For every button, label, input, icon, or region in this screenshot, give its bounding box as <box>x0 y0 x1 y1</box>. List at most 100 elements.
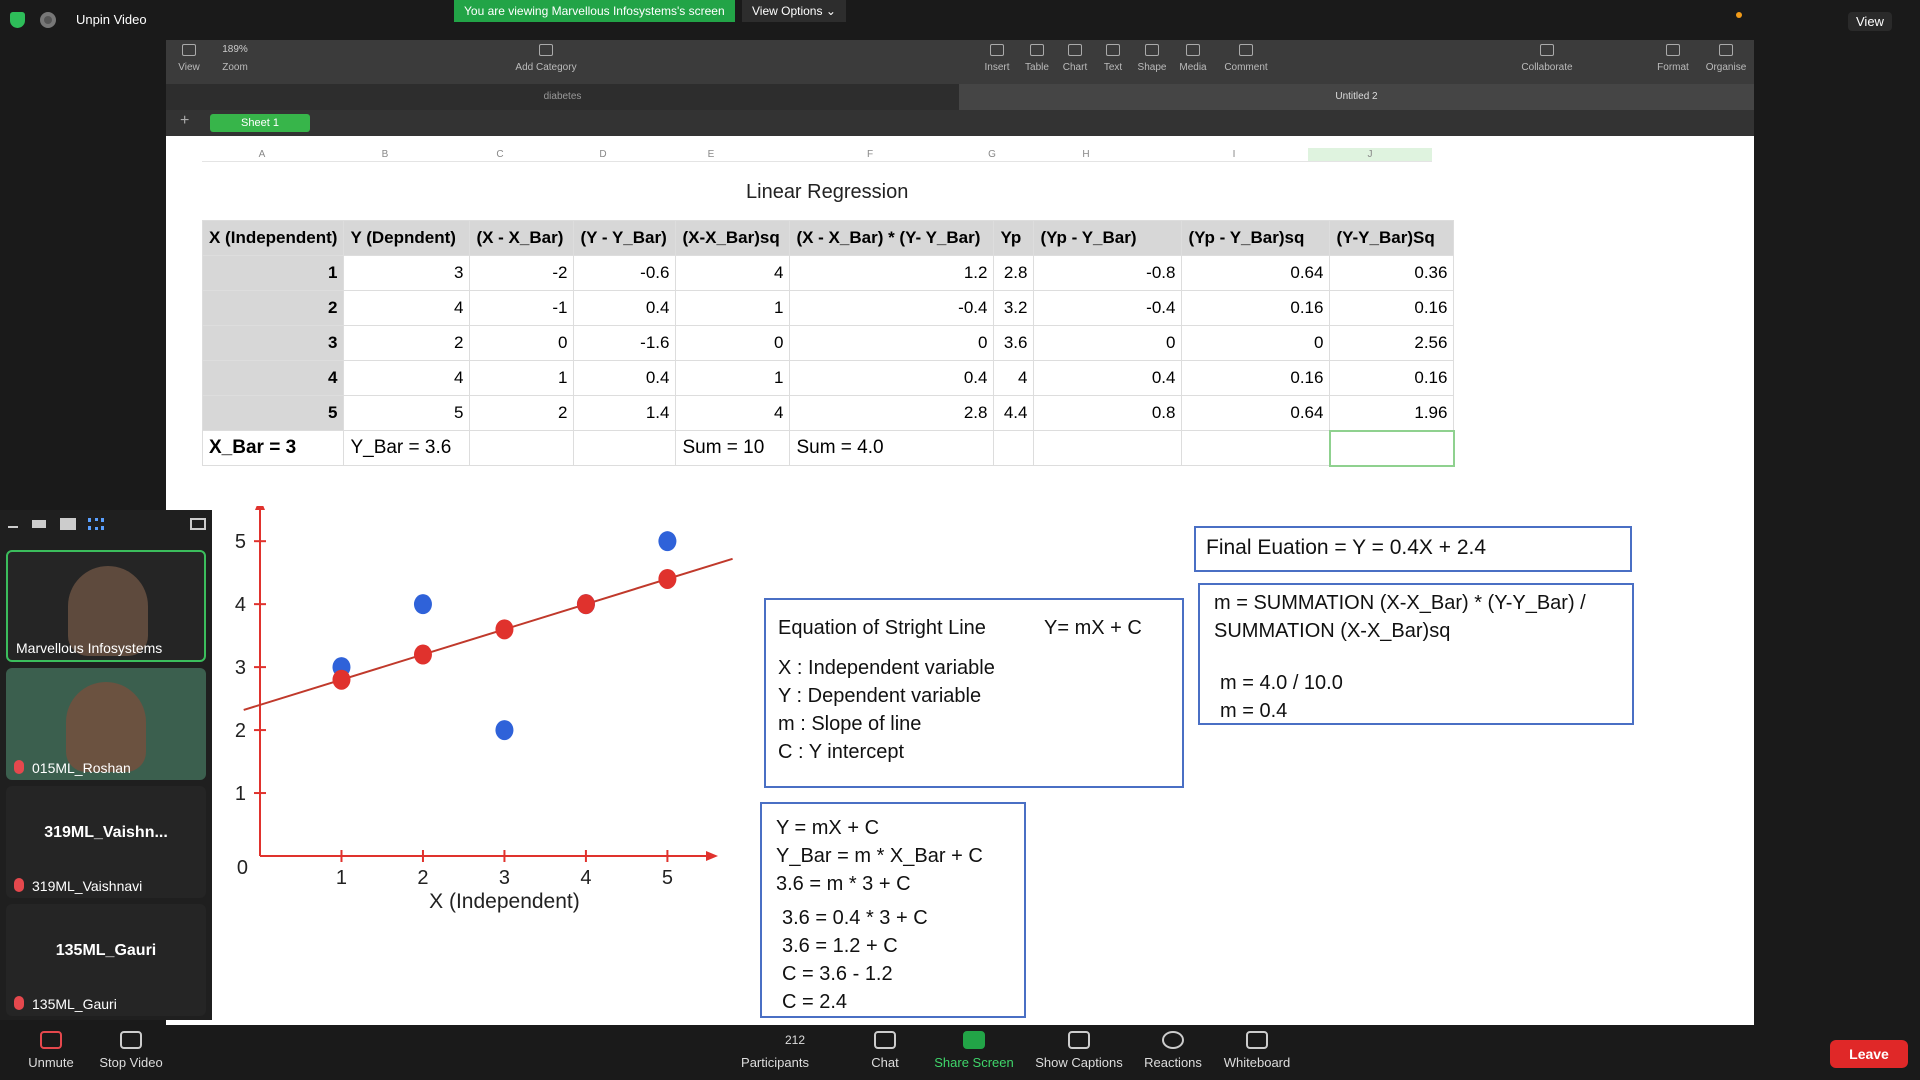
col-header[interactable]: H <box>1012 148 1160 162</box>
view-button[interactable]: View <box>1848 12 1892 31</box>
doc-tab-diabetes[interactable]: diabetes <box>166 84 959 110</box>
table-cell[interactable]: 0.4 <box>789 360 995 396</box>
header-cell[interactable]: (Y - Y_Bar) <box>573 220 677 256</box>
table-cell[interactable]: 3.2 <box>993 290 1035 326</box>
table-cell[interactable]: 0 <box>469 325 575 361</box>
col-header[interactable]: G <box>972 148 1012 162</box>
col-header[interactable]: C <box>448 148 552 162</box>
table-cell[interactable]: 1.2 <box>789 255 995 291</box>
table-cell[interactable]: 5 <box>201 395 345 431</box>
footer-cell[interactable]: X_Bar = 3 <box>201 430 345 466</box>
table-cell[interactable]: 3 <box>201 325 345 361</box>
header-cell[interactable]: X (Independent) <box>201 220 345 256</box>
table-cell[interactable]: 4 <box>201 360 345 396</box>
table-cell[interactable]: 2.8 <box>993 255 1035 291</box>
table-cell[interactable]: 2 <box>201 290 345 326</box>
table-cell[interactable]: 0.8 <box>1033 395 1183 431</box>
table-cell[interactable]: 2.8 <box>789 395 995 431</box>
zoom-tool-button[interactable]: 189% Zoom <box>212 40 258 73</box>
view-options-button[interactable]: View Options ⌄ <box>742 0 846 22</box>
table-cell[interactable]: 4 <box>675 395 791 431</box>
table-cell[interactable]: -0.8 <box>1033 255 1183 291</box>
participants-button[interactable]: 212 Participants <box>730 1031 820 1070</box>
col-header[interactable]: I <box>1160 148 1308 162</box>
unmute-button[interactable]: Unmute <box>6 1031 96 1070</box>
header-cell[interactable]: Y (Depndent) <box>343 220 471 256</box>
participant-tile[interactable]: 015ML_Roshan <box>6 668 206 780</box>
collaborate-button[interactable]: Collaborate <box>1512 40 1582 73</box>
table-cell[interactable]: 4 <box>343 290 471 326</box>
add-sheet-icon[interactable]: + <box>180 112 189 130</box>
comment-button[interactable]: Comment <box>1216 40 1276 73</box>
table-cell[interactable]: -0.4 <box>789 290 995 326</box>
organise-button[interactable]: Organise <box>1700 40 1752 73</box>
header-cell[interactable]: (Yp - Y_Bar)sq <box>1181 220 1331 256</box>
stop-video-button[interactable]: Stop Video <box>86 1031 176 1070</box>
strip-view-icon[interactable] <box>32 520 46 528</box>
col-header[interactable]: E <box>654 148 768 162</box>
table-cell[interactable]: 0 <box>789 325 995 361</box>
table-cell[interactable]: 0.16 <box>1329 360 1455 396</box>
sheet-canvas[interactable]: A B C D E F G H I J Linear Regression X … <box>166 136 1754 1025</box>
table-cell[interactable]: 1 <box>201 255 345 291</box>
table-cell[interactable]: 4 <box>993 360 1035 396</box>
speaker-view-icon[interactable] <box>60 518 76 530</box>
table-cell[interactable]: 4 <box>675 255 791 291</box>
footer-cell[interactable] <box>573 430 677 466</box>
leave-button[interactable]: Leave <box>1830 1040 1908 1068</box>
table-cell[interactable]: -0.6 <box>573 255 677 291</box>
popout-icon[interactable] <box>190 518 206 530</box>
footer-cell[interactable] <box>1033 430 1183 466</box>
col-header[interactable]: B <box>322 148 448 162</box>
table-cell[interactable]: -2 <box>469 255 575 291</box>
unpin-video-button[interactable]: Unpin Video <box>76 12 147 27</box>
table-cell[interactable]: 0.36 <box>1329 255 1455 291</box>
table-cell[interactable]: 0.4 <box>1033 360 1183 396</box>
table-cell[interactable]: 0 <box>1181 325 1331 361</box>
table-cell[interactable]: 0.16 <box>1329 290 1455 326</box>
table-cell[interactable]: 0.64 <box>1181 255 1331 291</box>
table-cell[interactable]: -1 <box>469 290 575 326</box>
col-header[interactable]: A <box>202 148 322 162</box>
table-cell[interactable]: 0.4 <box>573 360 677 396</box>
table-cell[interactable]: 3.6 <box>993 325 1035 361</box>
table-cell[interactable]: 0 <box>1033 325 1183 361</box>
table-cell[interactable]: 4.4 <box>993 395 1035 431</box>
show-captions-button[interactable]: Show Captions <box>1030 1031 1128 1070</box>
format-button[interactable]: Format <box>1650 40 1696 73</box>
participant-tile[interactable]: 135ML_Gauri 135ML_Gauri <box>6 904 206 1016</box>
table-cell[interactable]: 4 <box>343 360 471 396</box>
header-cell[interactable]: (X - X_Bar) * (Y- Y_Bar) <box>789 220 995 256</box>
table-cell[interactable]: 2.56 <box>1329 325 1455 361</box>
gallery-view-icon[interactable] <box>88 518 104 530</box>
view-tool-button[interactable]: View <box>166 40 212 73</box>
doc-tab-untitled[interactable]: Untitled 2 <box>959 84 1754 110</box>
table-cell[interactable]: 2 <box>469 395 575 431</box>
table-cell[interactable]: 1 <box>675 290 791 326</box>
header-cell[interactable]: (X-X_Bar)sq <box>675 220 791 256</box>
shape-button[interactable]: Shape <box>1129 40 1175 73</box>
table-cell[interactable]: 3 <box>343 255 471 291</box>
footer-cell[interactable] <box>993 430 1035 466</box>
security-shield-icon[interactable] <box>10 12 25 28</box>
table-cell[interactable]: 0 <box>675 325 791 361</box>
participant-tile[interactable]: 319ML_Vaishn... 319ML_Vaishnavi <box>6 786 206 898</box>
table-cell[interactable]: 1.4 <box>573 395 677 431</box>
table-cell[interactable]: 0.16 <box>1181 290 1331 326</box>
whiteboard-button[interactable]: Whiteboard <box>1212 1031 1302 1070</box>
table-cell[interactable]: 0.16 <box>1181 360 1331 396</box>
sheet-tab-1[interactable]: Sheet 1 <box>210 114 310 132</box>
footer-cell[interactable] <box>469 430 575 466</box>
footer-cell[interactable] <box>1181 430 1331 466</box>
add-category-button[interactable]: Add Category <box>506 40 586 73</box>
chat-button[interactable]: Chat <box>840 1031 930 1070</box>
minimize-icon[interactable] <box>8 526 18 528</box>
table-cell[interactable]: 1 <box>469 360 575 396</box>
col-header[interactable]: J <box>1308 148 1432 162</box>
media-button[interactable]: Media <box>1170 40 1216 73</box>
reactions-button[interactable]: Reactions <box>1128 1031 1218 1070</box>
table-cell[interactable]: 1.96 <box>1329 395 1455 431</box>
table-cell[interactable]: -1.6 <box>573 325 677 361</box>
table-cell[interactable]: 0.64 <box>1181 395 1331 431</box>
header-cell[interactable]: (X - X_Bar) <box>469 220 575 256</box>
